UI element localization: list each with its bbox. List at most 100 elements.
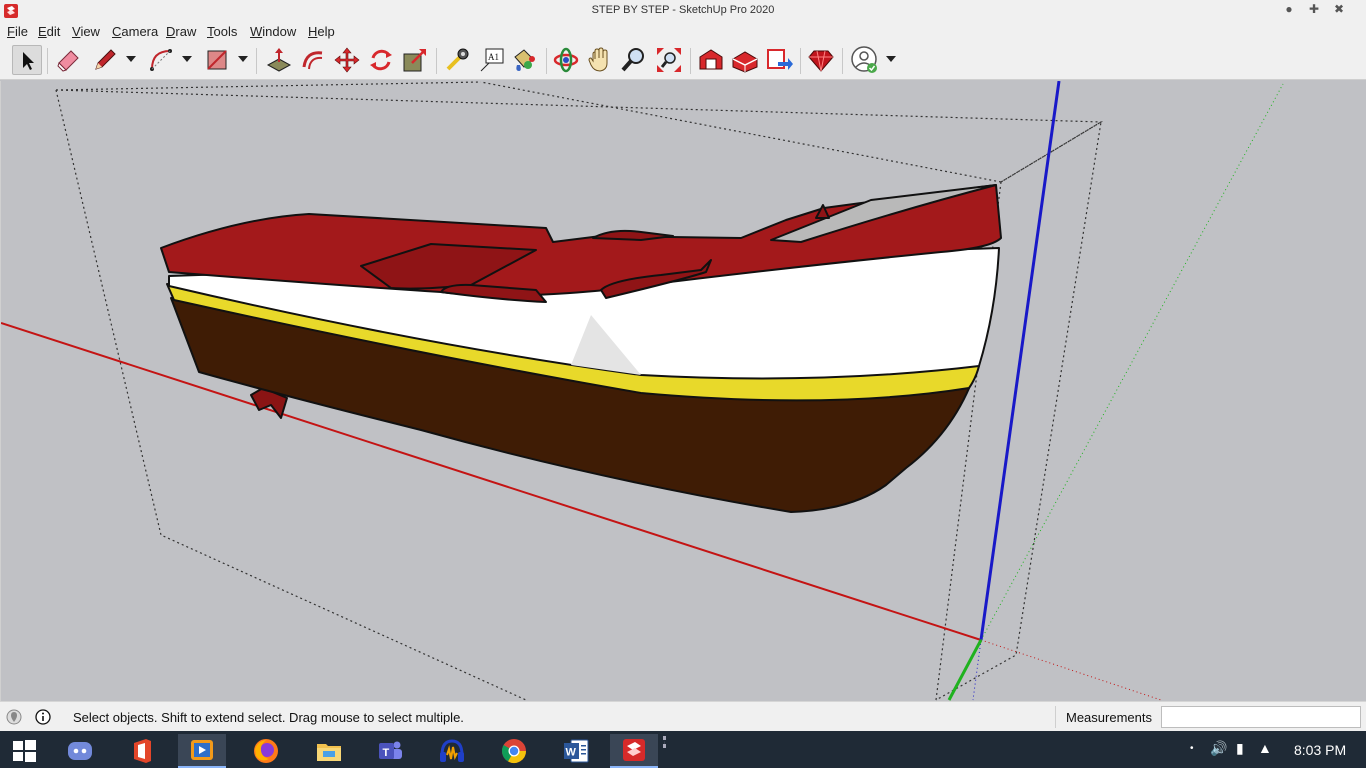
send-to-layout-button[interactable]: [764, 45, 794, 75]
orbit-tool-button[interactable]: [551, 45, 581, 75]
menu-file[interactable]: File: [7, 24, 28, 39]
zoom-extents-tool-button[interactable]: [654, 45, 684, 75]
measurements-input[interactable]: [1161, 706, 1361, 728]
rotate-tool-button[interactable]: [366, 45, 396, 75]
text-label-icon: A1: [480, 48, 504, 72]
tape-measure-icon: [446, 48, 469, 71]
warehouse-icon: [699, 49, 723, 70]
offset-icon: [302, 51, 323, 70]
account-dropdown[interactable]: [886, 56, 896, 62]
taskbar-firefox[interactable]: [242, 734, 290, 768]
select-tool-button[interactable]: [12, 45, 42, 75]
shape-tool-button[interactable]: [202, 45, 232, 75]
toolbar-separator: [47, 48, 48, 74]
toolbar-separator: [436, 48, 437, 74]
rectangle-icon: [207, 50, 227, 70]
menu-help[interactable]: Help: [308, 24, 335, 39]
menu-window[interactable]: Window: [250, 24, 296, 39]
taskbar-audacity[interactable]: [428, 734, 476, 768]
battery-icon[interactable]: ▮: [1236, 740, 1244, 757]
volume-icon[interactable]: 🔊: [1210, 740, 1227, 757]
title-bar: STEP BY STEP - SketchUp Pro 2020 ● ✚ ✖: [0, 0, 1366, 22]
geo-location-icon[interactable]: [6, 709, 22, 725]
scale-tool-button[interactable]: [400, 45, 430, 75]
toolbar-separator: [800, 48, 801, 74]
audacity-headphones-icon: [440, 739, 464, 762]
shape-tool-dropdown[interactable]: [238, 56, 248, 62]
push-pull-tool-button[interactable]: [264, 45, 294, 75]
firefox-icon: [254, 739, 278, 763]
send-to-layout-icon: [767, 49, 793, 70]
text-tool-button[interactable]: A1: [477, 45, 507, 75]
folder-icon: [317, 744, 341, 761]
status-divider: [1055, 706, 1056, 728]
drawing-viewport[interactable]: [0, 81, 1366, 701]
network-signal-icon[interactable]: ▲: [1258, 740, 1272, 756]
hand-pan-icon: [588, 47, 608, 72]
model-canvas[interactable]: [1, 81, 1366, 701]
extension-warehouse-icon: [732, 51, 758, 73]
user-account-icon: [851, 46, 877, 73]
extension-warehouse-button[interactable]: [730, 45, 760, 75]
paint-bucket-tool-button[interactable]: [509, 45, 539, 75]
menu-view[interactable]: View: [72, 24, 100, 39]
menu-tools[interactable]: Tools: [207, 24, 237, 39]
menu-camera[interactable]: Camera: [112, 24, 158, 39]
word-icon: W: [564, 739, 589, 763]
move-icon: [334, 47, 360, 73]
ruby-console-button[interactable]: [806, 45, 836, 75]
eraser-tool-button[interactable]: [53, 45, 83, 75]
taskbar-chrome[interactable]: [490, 734, 538, 768]
start-button[interactable]: [0, 734, 48, 768]
red-axis-negative: [980, 639, 1162, 701]
taskbar-clock[interactable]: 8:03 PM: [1294, 742, 1346, 758]
blue-axis: [979, 81, 1061, 641]
menu-bar: File Edit View Camera Draw Tools Window …: [0, 22, 1366, 42]
status-bar: Select objects. Shift to extend select. …: [0, 701, 1366, 731]
line-tool-dropdown[interactable]: [126, 56, 136, 62]
line-tool-button[interactable]: [90, 45, 120, 75]
teams-icon: T: [379, 741, 402, 759]
arc-tool-dropdown[interactable]: [182, 56, 192, 62]
taskbar-teams[interactable]: T: [366, 734, 414, 768]
tape-measure-tool-button[interactable]: [442, 45, 472, 75]
arc-tool-button[interactable]: [146, 45, 176, 75]
toolbar-separator: [546, 48, 547, 74]
menu-edit[interactable]: Edit: [38, 24, 60, 39]
taskbar-sketchup[interactable]: [610, 734, 658, 768]
menu-draw[interactable]: Draw: [166, 24, 196, 39]
windows-taskbar: T W • 🔊 ▮ ▲ 8:03 PM: [0, 731, 1366, 768]
minimize-button[interactable]: ●: [1279, 2, 1299, 20]
windows-logo-icon: [13, 740, 36, 762]
pan-tool-button[interactable]: [585, 45, 615, 75]
push-pull-icon: [266, 48, 292, 72]
toolbar-separator: [842, 48, 843, 74]
offset-tool-button[interactable]: [298, 45, 328, 75]
zoom-tool-button[interactable]: [619, 45, 649, 75]
tray-chevron-icon[interactable]: •: [1190, 743, 1194, 754]
taskbar-file-explorer[interactable]: [305, 734, 353, 768]
rotate-icon: [370, 49, 392, 71]
zoom-extents-icon: [657, 48, 681, 72]
measurements-label: Measurements: [1066, 710, 1152, 725]
3d-warehouse-button[interactable]: [696, 45, 726, 75]
taskbar-discord[interactable]: [56, 734, 104, 768]
taskbar-media-player[interactable]: [178, 734, 226, 768]
window-title: STEP BY STEP - SketchUp Pro 2020: [591, 4, 775, 16]
close-button[interactable]: ✖: [1329, 2, 1349, 20]
svg-text:T: T: [383, 747, 390, 759]
svg-text:W: W: [566, 747, 577, 759]
taskbar-overflow-dots: [663, 736, 666, 748]
discord-icon: [68, 742, 92, 760]
ruby-gem-icon: [808, 50, 834, 72]
pencil-icon: [95, 49, 116, 70]
move-tool-button[interactable]: [332, 45, 362, 75]
svg-text:A1: A1: [488, 52, 499, 62]
green-axis: [947, 639, 983, 701]
taskbar-word[interactable]: W: [552, 734, 600, 768]
taskbar-office[interactable]: [118, 734, 166, 768]
maximize-button[interactable]: ✚: [1304, 2, 1324, 20]
info-icon[interactable]: [35, 709, 51, 725]
account-button[interactable]: [850, 45, 880, 75]
boat-model[interactable]: [160, 184, 1002, 513]
